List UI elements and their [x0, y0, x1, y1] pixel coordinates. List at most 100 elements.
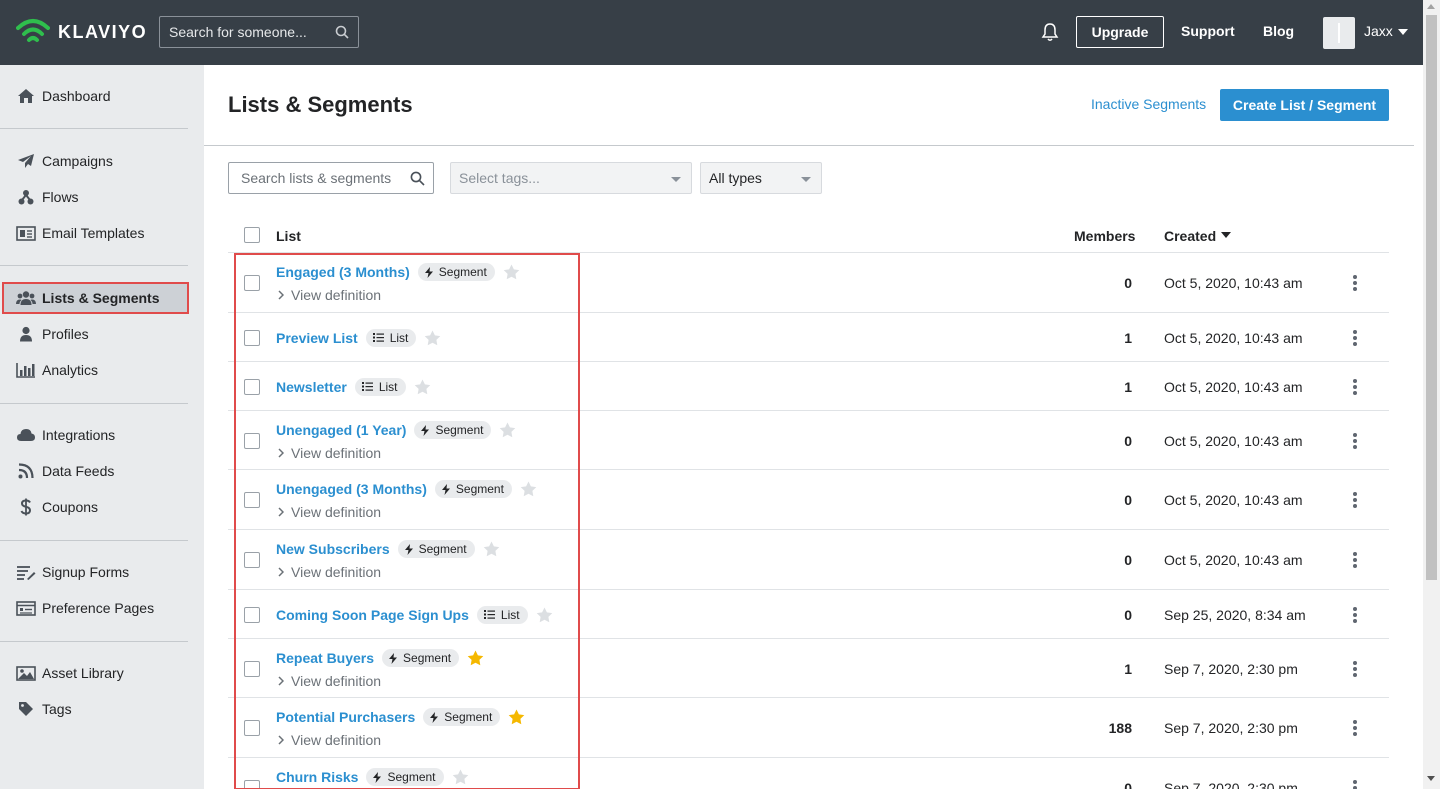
row-menu-kebab-icon[interactable]: [1350, 606, 1360, 624]
lists-search-input[interactable]: [229, 163, 433, 193]
view-definition-toggle[interactable]: View definition: [278, 564, 381, 580]
star-icon[interactable]: [520, 481, 537, 497]
sidebar-item-profiles[interactable]: Profiles: [0, 320, 204, 348]
upgrade-button[interactable]: Upgrade: [1076, 16, 1164, 48]
row-checkbox[interactable]: [244, 378, 260, 395]
sidebar-item-email-templates[interactable]: Email Templates: [0, 219, 204, 247]
sidebar-item-dashboard[interactable]: Dashboard: [0, 82, 204, 110]
row-menu-kebab-icon[interactable]: [1350, 491, 1360, 509]
star-icon[interactable]: [414, 379, 431, 395]
list-name-link[interactable]: New Subscribers: [276, 541, 390, 557]
view-definition-toggle[interactable]: View definition: [278, 504, 381, 520]
type-badge: Segment: [417, 263, 495, 281]
avatar[interactable]: [1323, 17, 1355, 49]
people-search-input[interactable]: [160, 17, 358, 47]
sidebar-item-campaigns[interactable]: Campaigns: [0, 147, 204, 175]
row-menu-kebab-icon[interactable]: [1350, 432, 1360, 450]
star-filled-icon[interactable]: [467, 650, 484, 666]
create-list-segment-button[interactable]: Create List / Segment: [1220, 89, 1389, 121]
user-name[interactable]: Jaxx: [1364, 23, 1393, 39]
row-menu-kebab-icon[interactable]: [1350, 329, 1360, 347]
star-icon[interactable]: [452, 769, 469, 785]
row-checkbox[interactable]: [244, 660, 260, 677]
sidebar-item-coupons[interactable]: Coupons: [0, 493, 204, 521]
star-icon[interactable]: [503, 264, 520, 280]
type-select[interactable]: All types: [700, 162, 822, 194]
sidebar-item-label: Profiles: [42, 326, 89, 342]
star-icon[interactable]: [483, 541, 500, 557]
view-definition-toggle[interactable]: View definition: [278, 445, 381, 461]
view-definition-toggle[interactable]: View definition: [278, 732, 381, 748]
type-badge-label: List: [500, 607, 520, 622]
list-name-link[interactable]: Newsletter: [276, 379, 347, 395]
tags-select[interactable]: Select tags...: [450, 162, 692, 194]
row-checkbox[interactable]: [244, 606, 260, 623]
list-name-link[interactable]: Coming Soon Page Sign Ups: [276, 607, 469, 623]
sidebar-item-data-feeds[interactable]: Data Feeds: [0, 457, 204, 485]
sort-desc-icon[interactable]: [1221, 232, 1231, 238]
search-icon[interactable]: [410, 171, 425, 186]
row-menu-kebab-icon[interactable]: [1350, 719, 1360, 737]
scroll-down-arrow-icon[interactable]: [1427, 776, 1435, 781]
page-scrollbar[interactable]: [1423, 0, 1440, 789]
row-checkbox[interactable]: [244, 275, 260, 291]
sidebar-item-preference-pages[interactable]: Preference Pages: [0, 594, 204, 622]
list-name-link[interactable]: Repeat Buyers: [276, 650, 374, 666]
user-menu-caret-icon[interactable]: [1398, 29, 1408, 35]
row-menu-kebab-icon[interactable]: [1350, 551, 1360, 569]
row-menu-kebab-icon[interactable]: [1350, 660, 1360, 678]
list-name-link[interactable]: Preview List: [276, 330, 358, 346]
row-checkbox[interactable]: [244, 492, 260, 508]
members-count: 0: [1124, 275, 1132, 291]
row-checkbox[interactable]: [244, 720, 260, 736]
row-checkbox[interactable]: [244, 432, 260, 449]
star-filled-icon[interactable]: [508, 709, 525, 725]
support-link[interactable]: Support: [1181, 23, 1235, 39]
dollar-icon: [16, 498, 36, 516]
search-icon[interactable]: [335, 25, 349, 39]
sidebar-item-flows[interactable]: Flows: [0, 183, 204, 211]
bar-chart-icon: [16, 361, 36, 379]
row-menu-kebab-icon[interactable]: [1350, 779, 1360, 789]
sidebar-item-analytics[interactable]: Analytics: [0, 356, 204, 384]
select-all-checkbox[interactable]: [244, 227, 260, 243]
row-menu-kebab-icon[interactable]: [1350, 274, 1360, 292]
sidebar-item-label: Email Templates: [42, 225, 145, 241]
column-header-created[interactable]: Created: [1164, 228, 1216, 244]
inactive-segments-link[interactable]: Inactive Segments: [1091, 96, 1206, 112]
sidebar-item-lists-segments[interactable]: Lists & Segments: [2, 282, 189, 314]
row-checkbox[interactable]: [244, 329, 260, 346]
list-name-link[interactable]: Potential Purchasers: [276, 709, 415, 725]
column-header-list[interactable]: List: [276, 228, 301, 244]
column-header-members[interactable]: Members: [1074, 228, 1135, 244]
list-name-link[interactable]: Engaged (3 Months): [276, 264, 410, 280]
table-row: Unengaged (1 Year) Segment View definition…: [228, 411, 1389, 470]
row-menu-kebab-icon[interactable]: [1350, 378, 1360, 396]
list-name-link[interactable]: Unengaged (1 Year): [276, 422, 406, 438]
scroll-thumb[interactable]: [1426, 15, 1437, 580]
view-definition-toggle[interactable]: View definition: [278, 287, 381, 303]
sidebar-item-signup-forms[interactable]: Signup Forms: [0, 558, 204, 586]
sidebar-item-integrations[interactable]: Integrations: [0, 421, 204, 449]
view-definition-toggle[interactable]: View definition: [278, 673, 381, 689]
star-icon[interactable]: [536, 607, 553, 623]
bell-icon[interactable]: [1041, 22, 1059, 42]
lightning-bolt-icon: [389, 652, 398, 664]
klaviyo-logo[interactable]: KLAVIYO: [16, 18, 147, 46]
sidebar-item-asset-library[interactable]: Asset Library: [0, 659, 204, 687]
view-definition-label: View definition: [291, 504, 382, 520]
scroll-up-arrow-icon[interactable]: [1427, 4, 1435, 9]
members-count: 0: [1124, 606, 1132, 623]
star-icon[interactable]: [499, 422, 516, 438]
row-title: Engaged (3 Months) Segment: [276, 263, 520, 281]
list-name-link[interactable]: Unengaged (3 Months): [276, 481, 427, 497]
star-icon[interactable]: [424, 330, 441, 346]
sidebar-item-tags[interactable]: Tags: [0, 695, 204, 723]
list-name-link[interactable]: Churn Risks: [276, 769, 358, 785]
row-title: Repeat Buyers Segment: [276, 649, 484, 667]
row-checkbox[interactable]: [244, 780, 260, 789]
row-checkbox[interactable]: [244, 552, 260, 568]
people-search: [159, 16, 359, 48]
created-date: Oct 5, 2020, 10:43 am: [1164, 378, 1303, 395]
blog-link[interactable]: Blog: [1263, 23, 1294, 39]
